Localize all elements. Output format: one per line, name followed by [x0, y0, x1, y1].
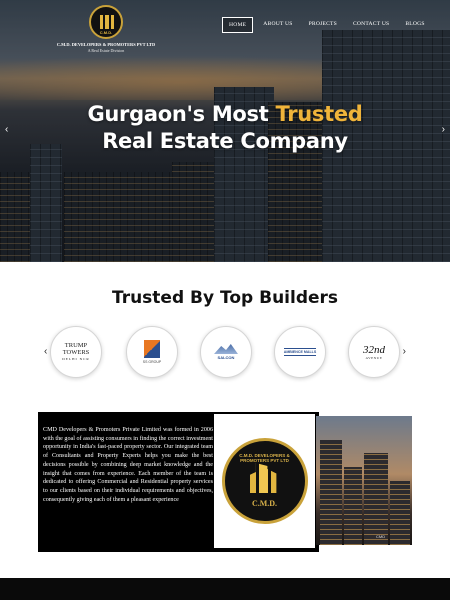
site-logo[interactable]: C.M.D. C.M.D. DEVELOPERS & PROMOTERS PVT… — [56, 5, 156, 53]
salcon-text: SALCON — [217, 355, 235, 360]
photo-tower — [390, 481, 410, 545]
photo-tower — [320, 440, 342, 545]
emblem-name: C.M.D. — [251, 499, 278, 508]
cmd-emblem-logo: C.M.D. DEVELOPERS & PROMOTERS PVT LTD C.… — [221, 438, 308, 524]
company-name: C.M.D. DEVELOPERS & PROMOTERS PVT LTD — [56, 42, 156, 47]
hero-title: Gurgaon's Most Trusted Real Estate Compa… — [0, 101, 450, 155]
emblem-ring-text: C.M.D. DEVELOPERS & PROMOTERS PVT LTD — [239, 453, 290, 463]
32nd-line2: AVENUE — [365, 356, 383, 360]
trump-line1: TRUMP — [64, 341, 88, 349]
hero-next-arrow-icon[interactable]: › — [442, 124, 445, 135]
carousel-next-arrow-icon[interactable]: › — [403, 346, 406, 357]
photo-tower — [364, 453, 388, 545]
logo-badge: C.M.D. — [89, 5, 123, 39]
ss-group-text: SS GROUP — [142, 360, 162, 364]
photo-watermark: CMD — [376, 534, 386, 539]
builder-logo-trump-towers[interactable]: TRUMP TOWERS DELHI NCR — [50, 326, 102, 378]
hero-title-line2: Real Estate Company — [102, 129, 348, 153]
hero-banner: C.M.D. C.M.D. DEVELOPERS & PROMOTERS PVT… — [0, 0, 450, 262]
logo-badge-text: C.M.D. — [99, 30, 113, 35]
32nd-line1: 32nd — [363, 344, 385, 356]
builder-logo-ss-group[interactable]: SS GROUP — [126, 326, 178, 378]
nav-blogs[interactable]: BLOGS — [399, 17, 430, 33]
about-text: CMD Developers & Promoters Private Limit… — [43, 427, 213, 503]
carousel-prev-arrow-icon[interactable]: ‹ — [44, 346, 47, 357]
hero-prev-arrow-icon[interactable]: ‹ — [5, 124, 8, 135]
main-nav: HOME ABOUT US PROJECTS CONTACT US BLOGS — [222, 17, 431, 33]
nav-projects[interactable]: PROJECTS — [303, 17, 343, 33]
salcon-mark-icon — [214, 344, 238, 354]
builder-logo-32nd-avenue[interactable]: 32nd AVENUE — [348, 326, 400, 378]
nav-contact-us[interactable]: CONTACT US — [347, 17, 395, 33]
builders-heading: Trusted By Top Builders — [111, 288, 339, 308]
company-tagline: A Real Estate Division — [87, 48, 125, 53]
photo-tower — [344, 467, 362, 545]
builders-carousel: ‹ TRUMP TOWERS DELHI NCR SS GROUP SALCON… — [40, 324, 410, 380]
ss-group-mark-icon — [144, 340, 160, 358]
emblem-card: C.M.D. DEVELOPERS & PROMOTERS PVT LTD C.… — [214, 414, 315, 548]
trump-line3: DELHI NCR — [62, 356, 90, 361]
emblem-towers-icon — [249, 463, 277, 493]
hero-title-accent: Trusted — [275, 102, 363, 126]
logo-tower-icon — [100, 15, 114, 29]
builder-logo-ambience[interactable]: AMBIENCE MALLS — [274, 326, 326, 378]
nav-about-us[interactable]: ABOUT US — [257, 17, 298, 33]
builder-logo-salcon[interactable]: SALCON — [200, 326, 252, 378]
nav-home[interactable]: HOME — [222, 17, 254, 33]
hero-title-part1: Gurgaon's Most — [87, 102, 276, 126]
trump-line2: TOWERS — [62, 348, 90, 356]
ambience-text: AMBIENCE MALLS — [283, 348, 317, 356]
footer-strip — [0, 578, 450, 600]
city-skyline-photo: CMD — [316, 416, 412, 545]
